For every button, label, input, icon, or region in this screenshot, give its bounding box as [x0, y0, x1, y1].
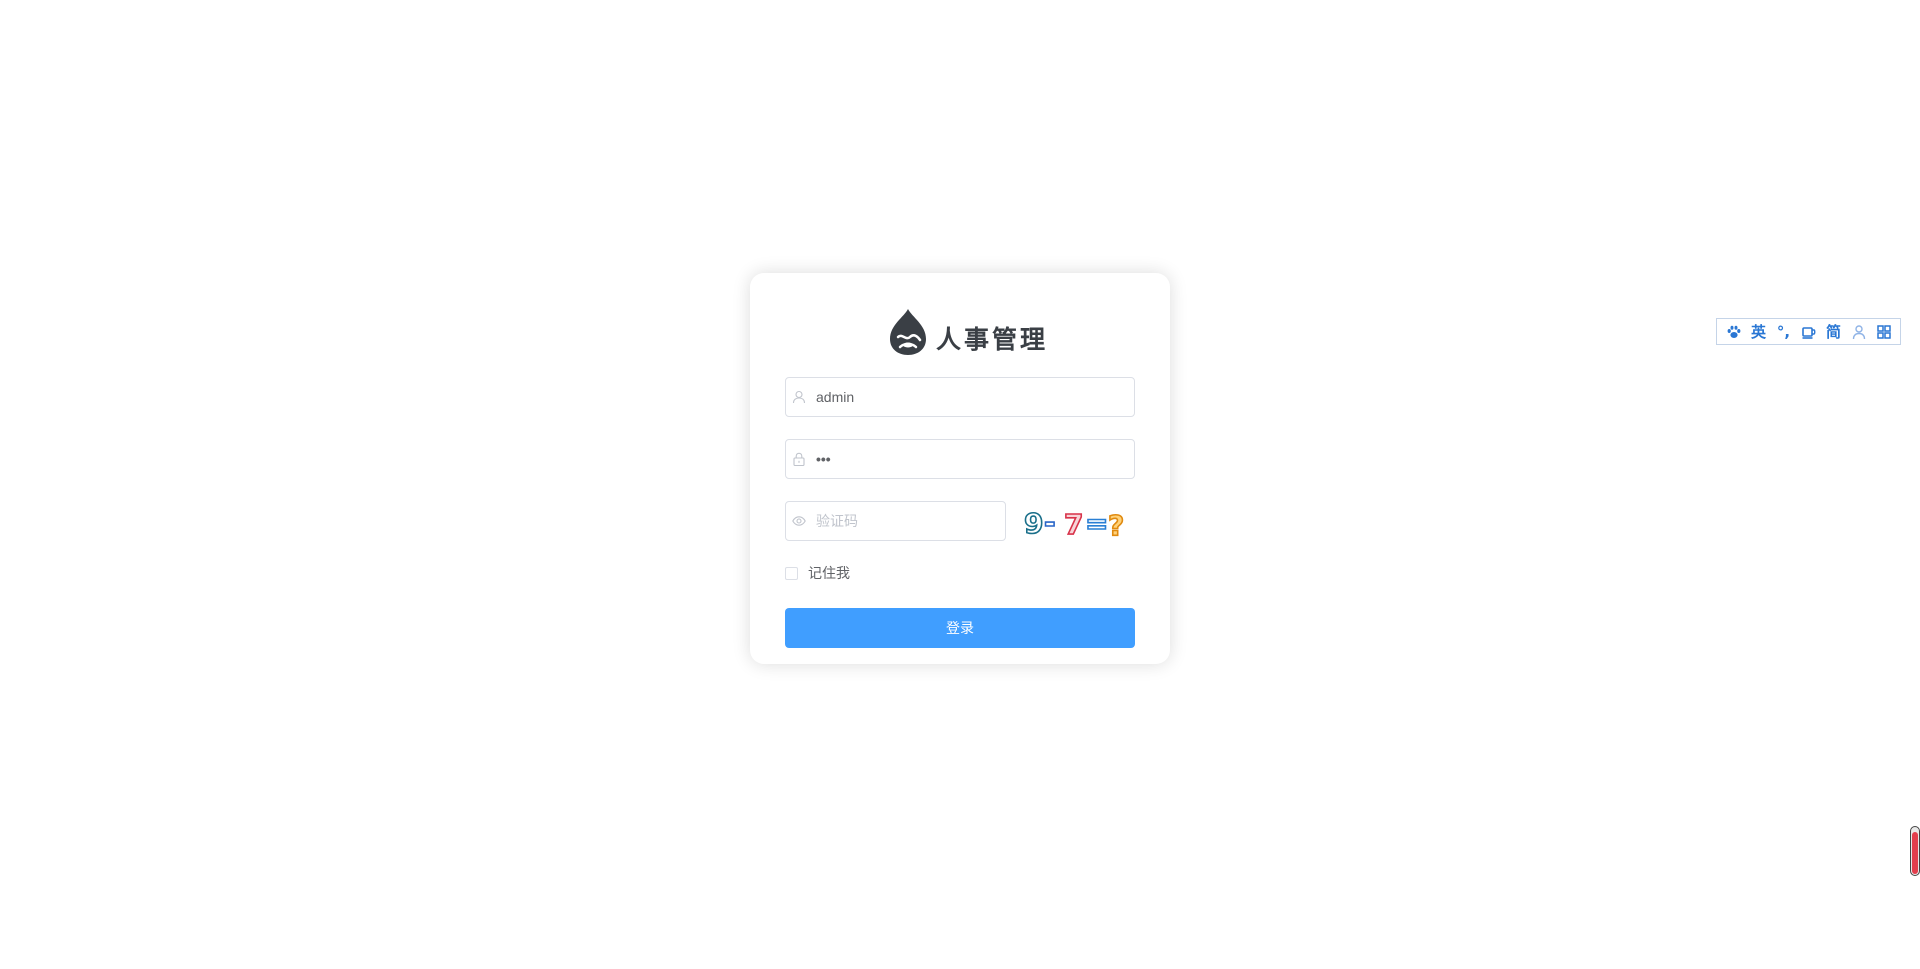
script-toggle[interactable]: 简: [1825, 322, 1843, 342]
lock-icon: [792, 440, 806, 478]
user-icon: [792, 378, 806, 416]
edge-scroll-widget[interactable]: [1910, 826, 1920, 876]
login-page: 人事管理 9 - 7 = ?: [0, 0, 1920, 969]
eye-icon: [792, 502, 806, 540]
captcha-char: 7: [1064, 508, 1083, 541]
captcha-char: ?: [1108, 509, 1124, 542]
ime-toolbar: 英 °, 简: [1716, 318, 1901, 345]
paw-icon[interactable]: [1725, 322, 1743, 342]
password-field[interactable]: [785, 439, 1135, 479]
login-button[interactable]: 登录: [785, 608, 1135, 648]
username-field[interactable]: [785, 377, 1135, 417]
remember-checkbox[interactable]: [785, 566, 798, 580]
password-input[interactable]: [816, 440, 1126, 478]
drupal-drop-icon: [890, 309, 926, 355]
grid-icon[interactable]: [1875, 322, 1893, 342]
captcha-char: =: [1085, 507, 1108, 540]
edge-widget-fill: [1912, 831, 1918, 874]
user-icon[interactable]: [1850, 322, 1868, 342]
remember-me[interactable]: 记住我: [785, 563, 850, 583]
captcha-char: -: [1044, 506, 1056, 539]
username-input[interactable]: [816, 378, 1126, 416]
captcha-input[interactable]: [816, 502, 997, 540]
captcha-image[interactable]: 9 - 7 = ?: [1022, 505, 1132, 543]
cup-icon[interactable]: [1800, 322, 1818, 342]
captcha-field[interactable]: [785, 501, 1006, 541]
app-title: 人事管理: [936, 325, 1049, 354]
remember-label: 记住我: [808, 566, 850, 582]
captcha-char: 9: [1024, 507, 1043, 540]
lang-toggle[interactable]: 英: [1750, 322, 1768, 342]
punctuation-icon[interactable]: °,: [1775, 322, 1793, 342]
login-card: 人事管理 9 - 7 = ?: [750, 273, 1170, 664]
app-logo: 人事管理: [886, 307, 1048, 357]
